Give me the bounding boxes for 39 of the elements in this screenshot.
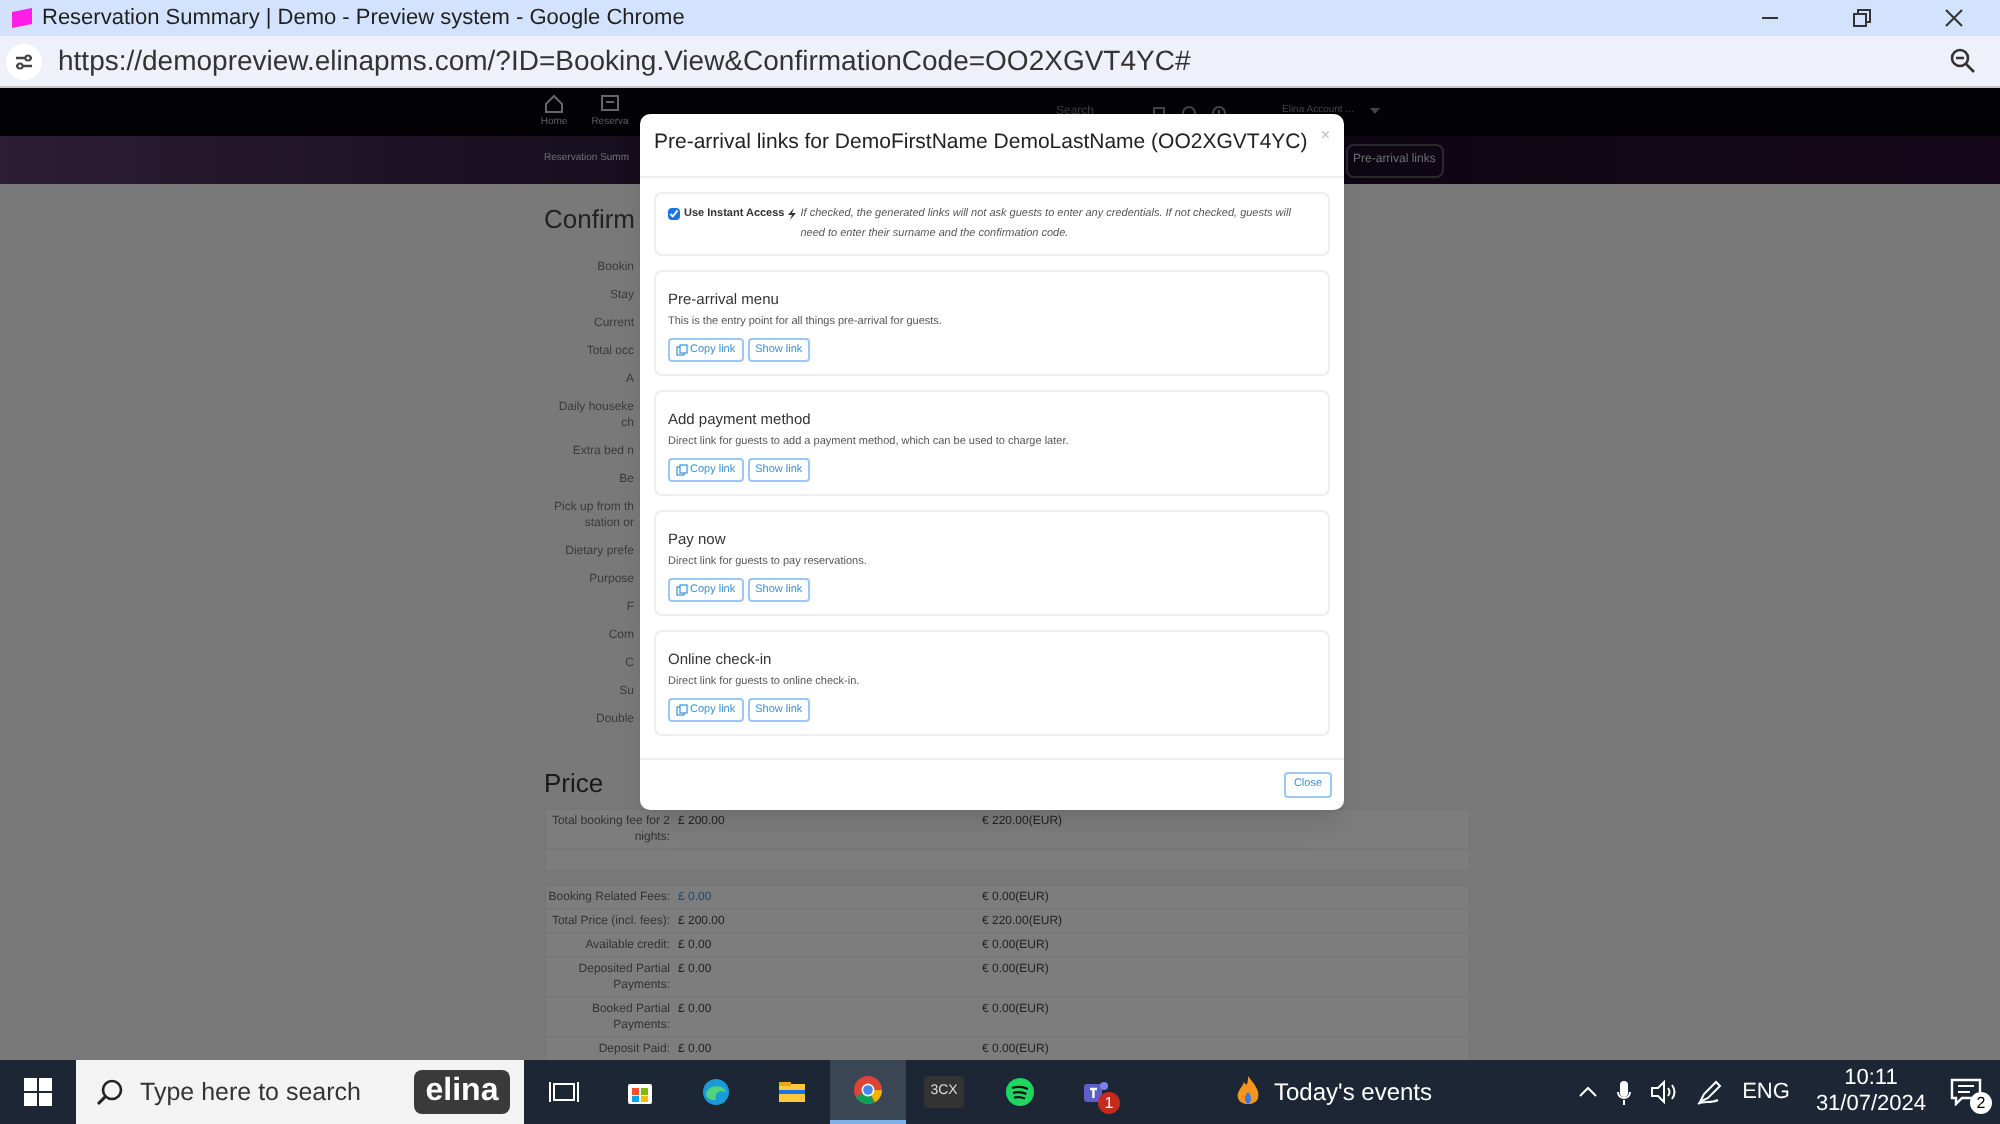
- lightning-icon: [788, 207, 797, 220]
- app-icon: [10, 8, 34, 28]
- microphone-icon[interactable]: [1616, 1079, 1633, 1105]
- pen-icon[interactable]: [1696, 1078, 1725, 1106]
- taskbar-search-field[interactable]: Type here to search: [76, 1060, 400, 1124]
- language-indicator[interactable]: ENG: [1742, 1075, 1790, 1109]
- section-heading: Confirm: [544, 204, 636, 236]
- chat-icon: [1950, 1078, 1982, 1106]
- chevron-up-icon[interactable]: [1578, 1086, 1599, 1098]
- copy-icon: [676, 704, 688, 716]
- copy-icon: [676, 344, 688, 356]
- explorer-icon: [776, 1076, 808, 1108]
- chrome-icon: [852, 1074, 884, 1106]
- window-title: Reservation Summary | Demo - Preview system - Google Chrome: [42, 3, 685, 34]
- notifications-button[interactable]: 2: [1944, 1070, 1988, 1114]
- notification-count: 2: [1970, 1092, 1992, 1114]
- clock-date[interactable]: 31/07/2024: [1815, 1092, 1926, 1118]
- clock-time[interactable]: 10:11: [1844, 1066, 1898, 1092]
- notification-badge: 1: [1098, 1092, 1120, 1114]
- copy-icon: [676, 464, 688, 476]
- site-info-icon[interactable]: [6, 43, 42, 79]
- search-icon: [96, 1078, 124, 1106]
- flame-icon[interactable]: [1234, 1074, 1262, 1110]
- speaker-icon[interactable]: [1650, 1080, 1679, 1104]
- elina-logo[interactable]: elina: [413, 1070, 511, 1114]
- section-heading: Price: [544, 768, 604, 800]
- edge-icon: [700, 1076, 732, 1108]
- close-button[interactable]: ×: [1320, 128, 1330, 144]
- zoom-out-icon[interactable]: [1950, 48, 1976, 74]
- weather-widget[interactable]: Today's events: [1274, 1074, 1433, 1110]
- copy-icon: [676, 584, 688, 596]
- reservations-icon[interactable]: [598, 92, 622, 117]
- instant-access-checkbox[interactable]: [668, 207, 680, 220]
- taskview-icon: [548, 1076, 580, 1108]
- modal-title: Pre-arrival links for DemoFirstName DemoLastName (OO2XGVT4YC): [654, 128, 1308, 158]
- teams-app-button[interactable]: 1: [1058, 1060, 1134, 1124]
- chrome-app-button[interactable]: [830, 1060, 906, 1124]
- home-icon[interactable]: [542, 92, 566, 117]
- spotify-icon: [1004, 1076, 1036, 1108]
